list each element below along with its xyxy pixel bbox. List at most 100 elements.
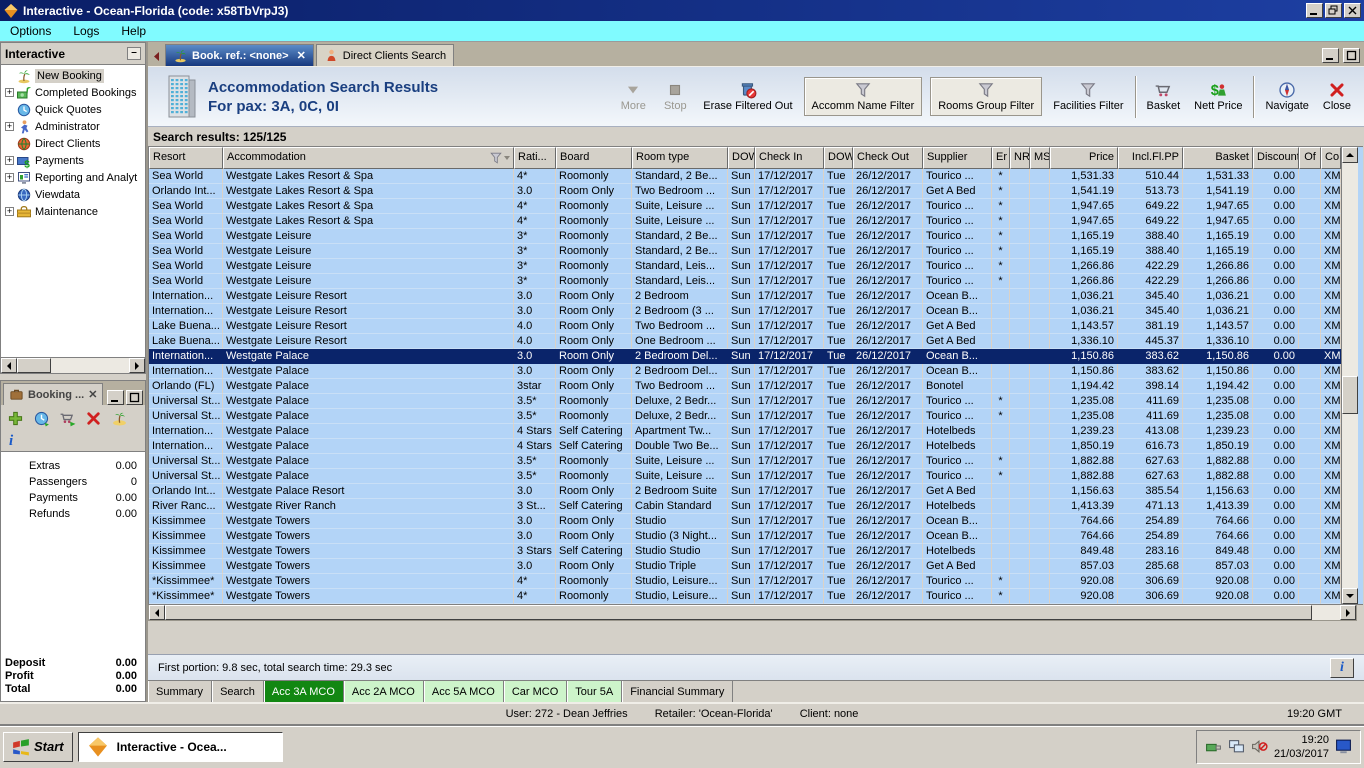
table-row[interactable]: River Ranc... Westgate River Ranch 3 St...… bbox=[149, 499, 1341, 514]
doc-tab-book-ref-none-[interactable]: Book. ref.: <none> ✕ bbox=[165, 44, 314, 66]
scroll-left-button[interactable] bbox=[149, 605, 165, 620]
vertical-scrollbar-thumb[interactable] bbox=[1342, 375, 1358, 414]
close-booking-tab-icon[interactable]: ✕ bbox=[88, 388, 97, 401]
vertical-scrollbar-track[interactable] bbox=[1342, 163, 1358, 588]
horizontal-scrollbar[interactable] bbox=[148, 605, 1357, 621]
table-row[interactable]: Orlando Int... Westgate Lakes Resort & Sp… bbox=[149, 184, 1341, 199]
sidebar-item-reporting-and-analyt[interactable]: + Reporting and Analyt bbox=[1, 169, 145, 186]
minimize-button[interactable] bbox=[1306, 3, 1323, 18]
volume-mute-icon[interactable] bbox=[1251, 738, 1268, 755]
accomm-name-filter-button[interactable]: Accomm Name Filter bbox=[803, 77, 923, 116]
collapse-panel-button[interactable]: – bbox=[127, 47, 141, 60]
column-header-accommodation[interactable]: Accommodation bbox=[223, 147, 514, 169]
rooms-group-filter-button[interactable]: Rooms Group Filter bbox=[930, 77, 1043, 116]
column-header-resort[interactable]: Resort bbox=[149, 147, 223, 169]
menu-help[interactable]: Help bbox=[121, 24, 146, 38]
scroll-down-button[interactable] bbox=[1342, 588, 1358, 604]
table-row[interactable]: *Kissimmee* Westgate Towers 4* Roomonly Stud… bbox=[149, 574, 1341, 589]
expand-icon[interactable]: + bbox=[5, 207, 14, 216]
booking-maximize-button[interactable] bbox=[126, 390, 143, 405]
table-row[interactable]: Sea World Westgate Leisure 3* Roomonly Stand… bbox=[149, 274, 1341, 289]
table-row[interactable]: *Kissimmee* Westgate Towers 4* Roomonly Stud… bbox=[149, 589, 1341, 604]
bottom-tab-acc-3a-mco[interactable]: Acc 3A MCO bbox=[263, 681, 344, 702]
column-header-dow[interactable]: DOW bbox=[824, 147, 853, 169]
table-row[interactable]: Kissimmee Westgate Towers 3.0 Room Only Stud… bbox=[149, 529, 1341, 544]
column-filter-icon[interactable] bbox=[489, 151, 511, 165]
column-header-nr[interactable]: NR bbox=[1010, 147, 1030, 169]
sidebar-item-maintenance[interactable]: + Maintenance bbox=[1, 203, 145, 220]
column-header-supplier[interactable]: Supplier bbox=[923, 147, 992, 169]
column-header-dow[interactable]: DOW bbox=[728, 147, 755, 169]
expand-icon[interactable]: + bbox=[5, 156, 14, 165]
bottom-tab-acc-2a-mco[interactable]: Acc 2A MCO bbox=[343, 681, 424, 702]
close-tab-icon[interactable]: ✕ bbox=[297, 49, 306, 62]
table-row[interactable]: Sea World Westgate Lakes Resort & Spa 4* Ro… bbox=[149, 199, 1341, 214]
bottom-tab-tour-5a[interactable]: Tour 5A bbox=[567, 681, 623, 702]
table-row[interactable]: Orlando (FL) Westgate Palace 3star Room Onl… bbox=[149, 379, 1341, 394]
sidebar-item-completed-bookings[interactable]: + Completed Bookings bbox=[1, 84, 145, 101]
table-row[interactable]: Lake Buena... Westgate Leisure Resort 4.0 R… bbox=[149, 319, 1341, 334]
table-row[interactable]: Lake Buena... Westgate Leisure Resort 4.0 R… bbox=[149, 334, 1341, 349]
navigate-button[interactable]: Navigate bbox=[1262, 79, 1311, 114]
table-row[interactable]: Sea World Westgate Leisure 3* Roomonly Stand… bbox=[149, 259, 1341, 274]
quote-clock-icon[interactable] bbox=[33, 410, 50, 427]
doc-tab-direct-clients-search[interactable]: Direct Clients Search bbox=[315, 44, 455, 66]
table-row[interactable]: Kissimmee Westgate Towers 3 Stars Self Cate… bbox=[149, 544, 1341, 559]
sidebar-item-administrator[interactable]: + Administrator bbox=[1, 118, 145, 135]
cart-go-icon[interactable] bbox=[59, 410, 76, 427]
restore-button[interactable] bbox=[1325, 3, 1342, 18]
scroll-left-button[interactable] bbox=[1, 358, 17, 373]
sidebar-horizontal-scrollbar[interactable] bbox=[1, 357, 145, 373]
taskbar-app-button[interactable]: Interactive - Ocea... bbox=[77, 731, 283, 762]
column-header-incl-fl-pp[interactable]: Incl.Fl.PP bbox=[1118, 147, 1183, 169]
close-window-button[interactable] bbox=[1344, 3, 1361, 18]
column-header-er[interactable]: Er bbox=[992, 147, 1010, 169]
table-row[interactable]: Universal St... Westgate Palace 3.5* Roomon… bbox=[149, 409, 1341, 424]
panel-minimize-button[interactable] bbox=[1322, 48, 1339, 63]
column-header-check-out[interactable]: Check Out bbox=[853, 147, 923, 169]
start-button[interactable]: Start bbox=[3, 731, 73, 762]
table-row[interactable]: Sea World Westgate Leisure 3* Roomonly Stand… bbox=[149, 244, 1341, 259]
vertical-scrollbar[interactable] bbox=[1341, 147, 1358, 604]
table-row[interactable]: Internation... Westgate Leisure Resort 3.0… bbox=[149, 289, 1341, 304]
scroll-right-button[interactable] bbox=[129, 358, 145, 373]
facilities-filter-button[interactable]: Facilities Filter bbox=[1050, 79, 1126, 114]
table-row[interactable]: Internation... Westgate Palace 4 Stars Self… bbox=[149, 424, 1341, 439]
table-row[interactable]: Sea World Westgate Lakes Resort & Spa 4* Ro… bbox=[149, 169, 1341, 184]
bottom-tab-search[interactable]: Search bbox=[212, 681, 264, 702]
network-icon[interactable] bbox=[1205, 738, 1222, 755]
table-row[interactable]: Sea World Westgate Leisure 3* Roomonly Stand… bbox=[149, 229, 1341, 244]
expand-icon[interactable]: + bbox=[5, 88, 14, 97]
table-row[interactable]: Kissimmee Westgate Towers 3.0 Room Only Stud… bbox=[149, 559, 1341, 574]
basket-button[interactable]: Basket bbox=[1144, 79, 1184, 114]
sidebar-item-payments[interactable]: + $ Payments bbox=[1, 152, 145, 170]
column-header-price[interactable]: Price bbox=[1050, 147, 1118, 169]
add-icon[interactable] bbox=[7, 410, 24, 427]
table-row[interactable]: Universal St... Westgate Palace 3.5* Roomon… bbox=[149, 394, 1341, 409]
desktop-monitor-icon[interactable] bbox=[1335, 738, 1352, 755]
nett-price-button[interactable]: $ Nett Price bbox=[1191, 79, 1245, 114]
column-header-room-type[interactable]: Room type bbox=[632, 147, 728, 169]
close-button[interactable]: Close bbox=[1320, 79, 1354, 114]
expand-icon[interactable]: + bbox=[5, 122, 14, 131]
island-icon[interactable] bbox=[111, 410, 128, 427]
delete-x-icon[interactable] bbox=[85, 410, 102, 427]
bottom-tab-financial-summary[interactable]: Financial Summary bbox=[622, 681, 734, 702]
table-row[interactable]: Orlando Int... Westgate Palace Resort 3.0 R… bbox=[149, 484, 1341, 499]
panel-maximize-button[interactable] bbox=[1343, 48, 1360, 63]
column-header-co[interactable]: Co bbox=[1321, 147, 1341, 169]
column-header-of[interactable]: Of bbox=[1299, 147, 1321, 169]
column-header-discount[interactable]: Discount bbox=[1253, 147, 1299, 169]
table-row[interactable]: Internation... Westgate Palace 3.0 Room Onl… bbox=[149, 364, 1341, 379]
sidebar-item-quick-quotes[interactable]: Quick Quotes bbox=[1, 101, 145, 118]
table-row[interactable]: Universal St... Westgate Palace 3.5* Roomon… bbox=[149, 469, 1341, 484]
scroll-right-button[interactable] bbox=[1340, 605, 1356, 620]
scroll-up-button[interactable] bbox=[1342, 147, 1358, 163]
sidebar-item-new-booking[interactable]: New Booking bbox=[1, 67, 145, 84]
menu-options[interactable]: Options bbox=[10, 24, 51, 38]
sidebar-item-direct-clients[interactable]: Direct Clients bbox=[1, 135, 145, 152]
sidebar-item-viewdata[interactable]: Viewdata bbox=[1, 186, 145, 203]
column-header-board[interactable]: Board bbox=[556, 147, 632, 169]
erase-filtered-out-button[interactable]: Erase Filtered Out bbox=[700, 79, 795, 114]
column-header-ms[interactable]: MS bbox=[1030, 147, 1050, 169]
